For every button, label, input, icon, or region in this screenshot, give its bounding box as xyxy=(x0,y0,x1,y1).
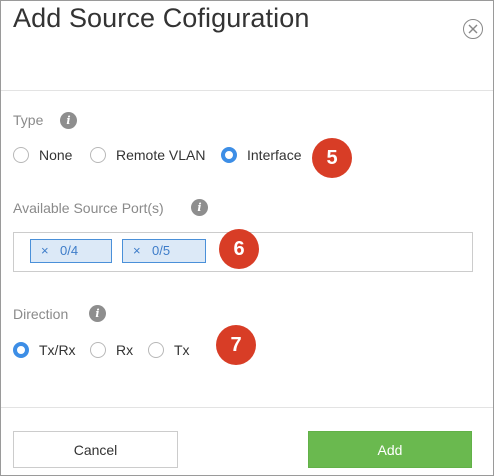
type-option-none[interactable]: None xyxy=(13,147,72,163)
type-option-label: None xyxy=(39,147,73,163)
remove-tag-icon[interactable]: × xyxy=(133,240,141,262)
direction-option-txrx[interactable]: Tx/Rx xyxy=(13,342,76,358)
dialog-title: Add Source Cofiguration xyxy=(13,3,310,33)
type-option-interface[interactable]: Interface xyxy=(221,147,301,163)
cancel-button[interactable]: Cancel xyxy=(13,431,178,468)
type-option-label: Remote VLAN xyxy=(116,147,206,163)
close-icon[interactable] xyxy=(463,19,483,39)
footer-divider xyxy=(1,407,493,408)
port-tag-label: 0/4 xyxy=(60,243,79,258)
radio-unselected-icon xyxy=(90,147,106,163)
close-x-glyph xyxy=(468,24,478,34)
direction-info-icon[interactable]: i xyxy=(89,305,106,322)
step-badge-6: 6 xyxy=(219,229,259,269)
radio-selected-icon xyxy=(13,342,29,358)
port-tag: × 0/5 xyxy=(122,239,206,263)
direction-label: Direction xyxy=(13,306,69,322)
port-tag: × 0/4 xyxy=(30,239,112,263)
type-option-label: Interface xyxy=(247,147,302,163)
step-badge-7: 7 xyxy=(216,325,256,365)
ports-info-icon[interactable]: i xyxy=(191,199,208,216)
direction-option-label: Rx xyxy=(116,342,134,358)
direction-option-rx[interactable]: Rx xyxy=(90,342,133,358)
add-button[interactable]: Add xyxy=(308,431,472,468)
type-option-remote-vlan[interactable]: Remote VLAN xyxy=(90,147,205,163)
direction-option-tx[interactable]: Tx xyxy=(148,342,190,358)
radio-selected-icon xyxy=(221,147,237,163)
remove-tag-icon[interactable]: × xyxy=(41,240,49,262)
radio-unselected-icon xyxy=(148,342,164,358)
direction-option-label: Tx/Rx xyxy=(39,342,76,358)
add-source-configuration-dialog: Add Source Cofiguration Type i None Remo… xyxy=(0,0,494,476)
port-tag-label: 0/5 xyxy=(152,243,171,258)
radio-unselected-icon xyxy=(13,147,29,163)
type-label: Type xyxy=(13,112,44,128)
radio-unselected-icon xyxy=(90,342,106,358)
header-divider xyxy=(1,90,493,91)
step-badge-5: 5 xyxy=(312,138,352,178)
type-info-icon[interactable]: i xyxy=(60,112,77,129)
ports-label: Available Source Port(s) xyxy=(13,200,164,216)
direction-option-label: Tx xyxy=(174,342,190,358)
